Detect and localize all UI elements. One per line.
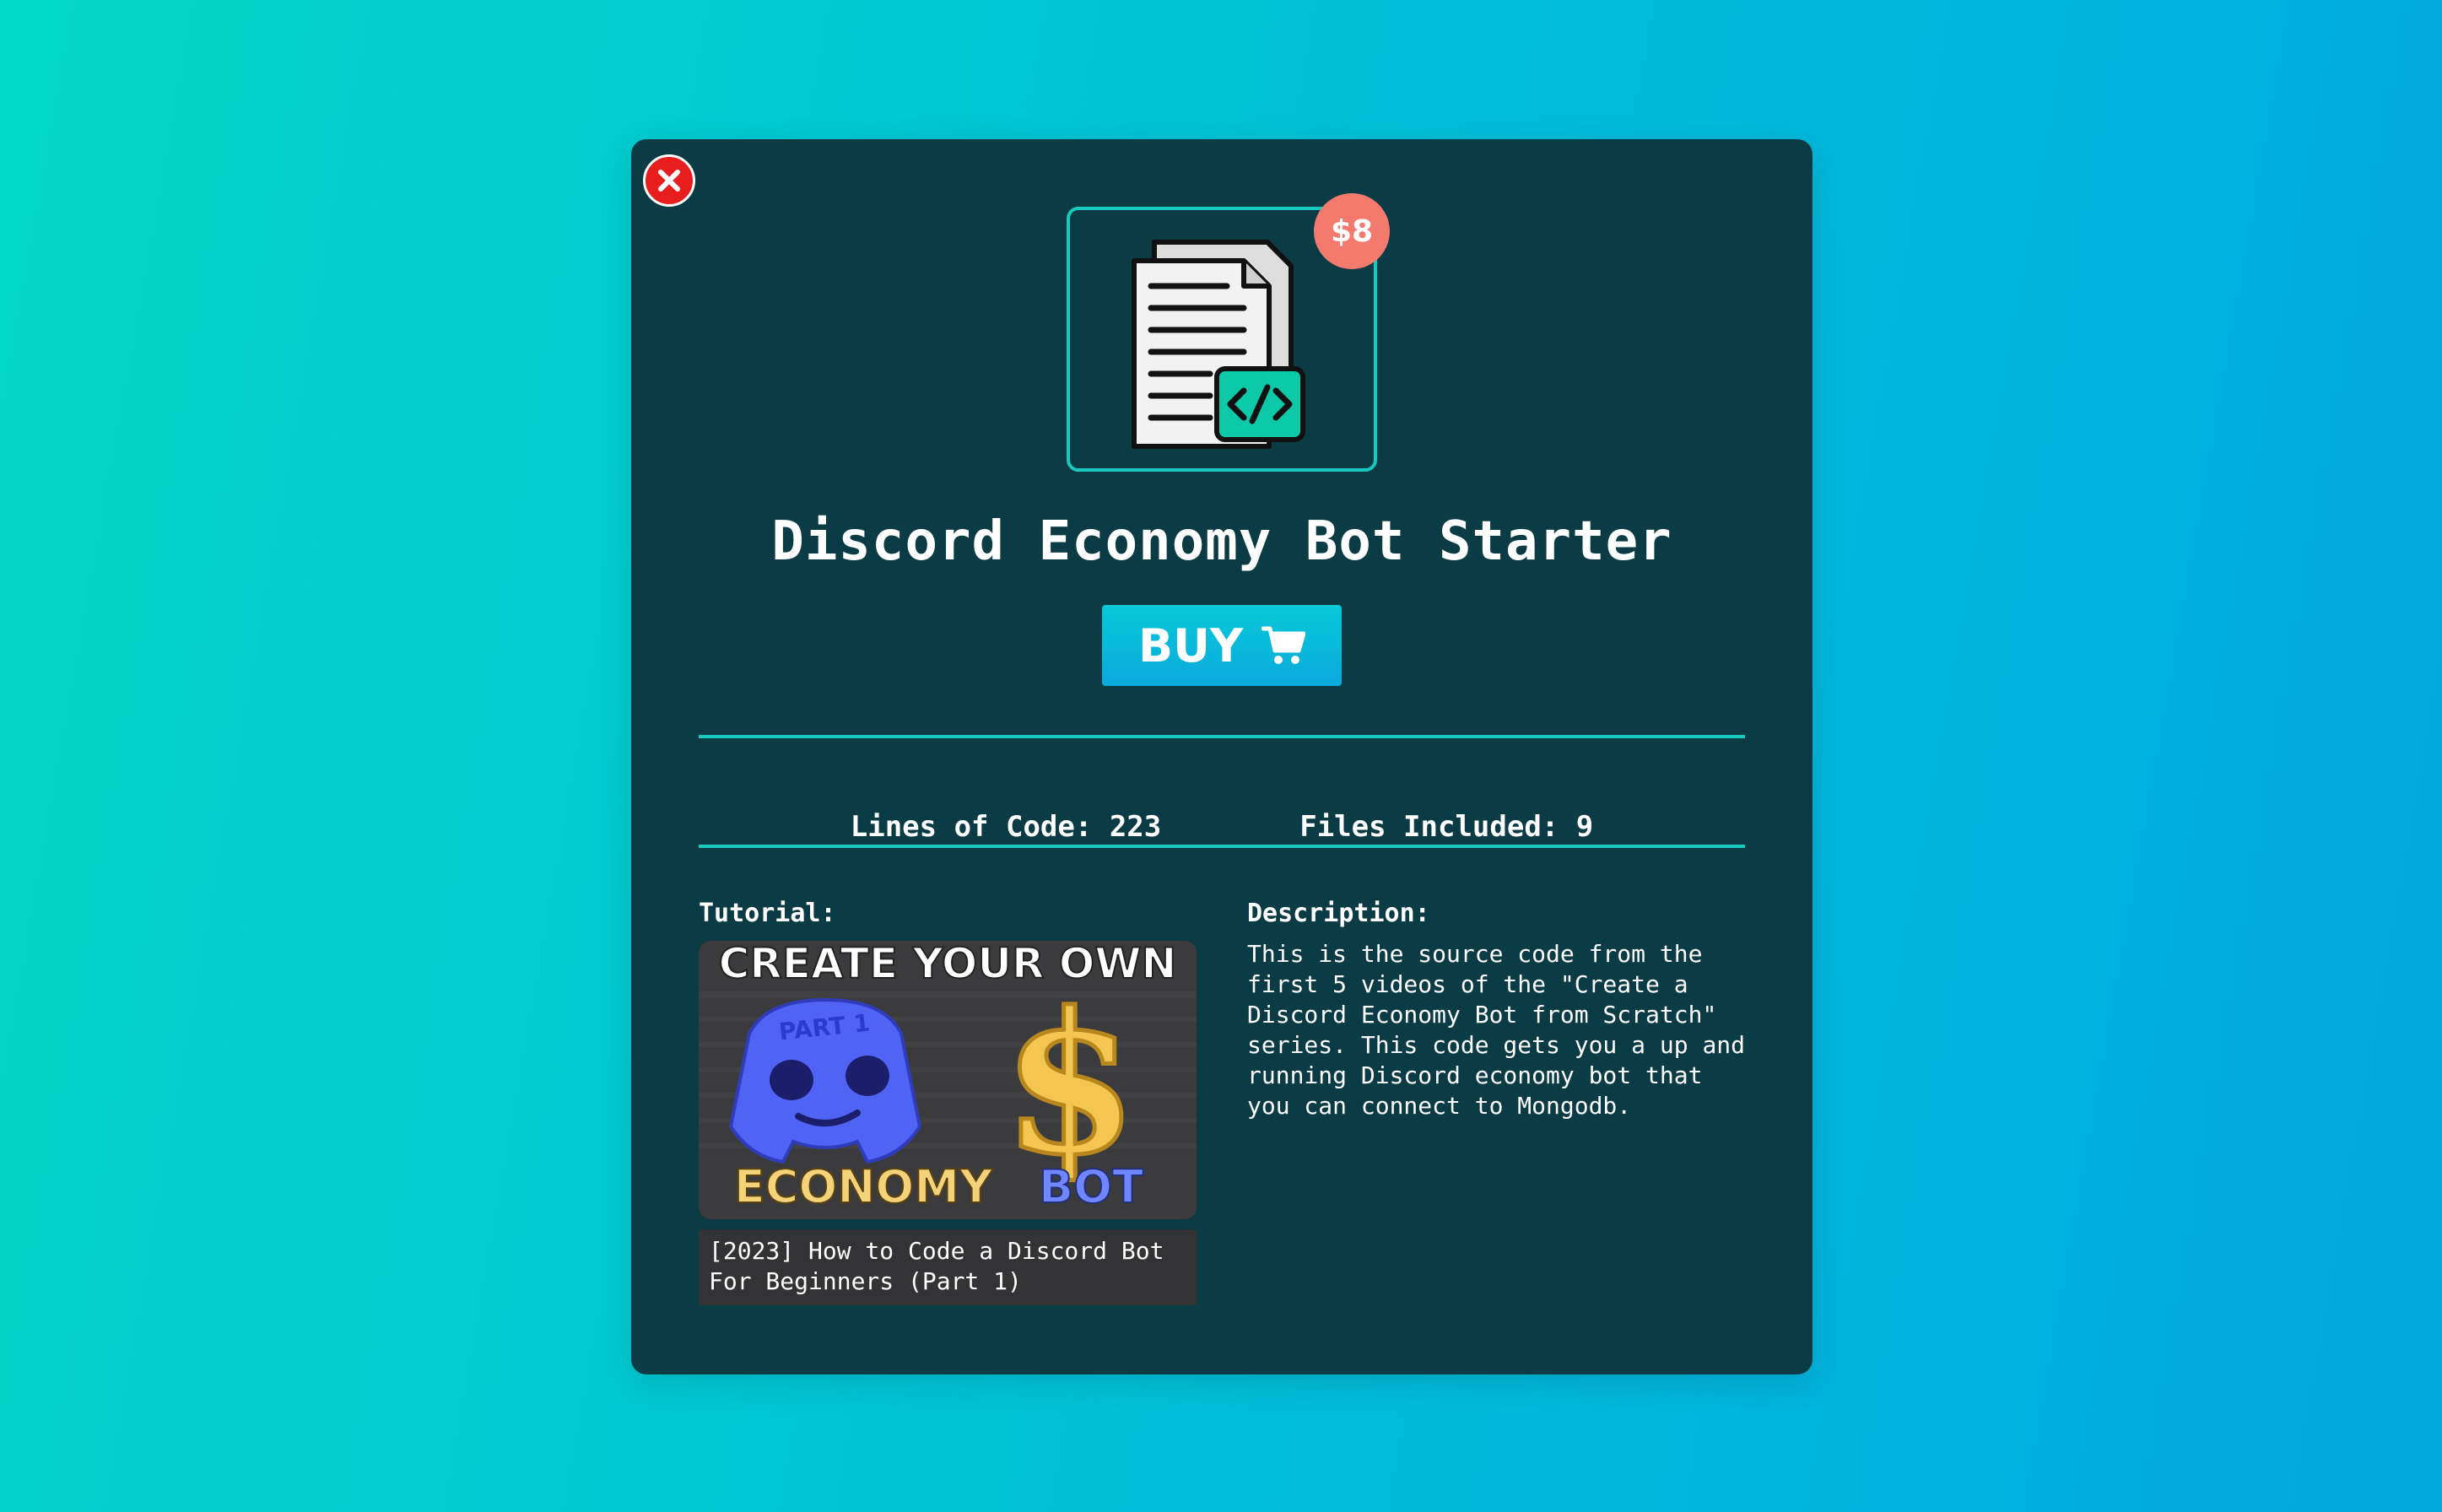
price-badge: $8 (1314, 193, 1390, 269)
buy-button[interactable]: BUY (1102, 605, 1342, 686)
tutorial-label: Tutorial: (699, 899, 836, 928)
product-title: Discord Economy Bot Starter (771, 510, 1672, 573)
divider-top (699, 735, 1745, 738)
divider-bottom (699, 845, 1745, 848)
files-included-label: Files Included: (1299, 810, 1559, 844)
thumbnail-left-text: ECONOMY (734, 1160, 993, 1213)
code-document-icon (1132, 240, 1305, 449)
files-included-value: 9 (1575, 810, 1594, 844)
lines-of-code-label: Lines of Code: (850, 810, 1093, 844)
lines-of-code-stat: Lines of Code: 223 (851, 810, 1161, 844)
cart-icon (1262, 626, 1306, 664)
description-text: This is the source code from the first 5… (1247, 940, 1746, 1120)
product-modal: $8 Discord Economy Bot Starter BUY Lines… (631, 139, 1813, 1374)
close-button[interactable] (643, 154, 695, 207)
tutorial-thumbnail[interactable]: CREATE YOUR OWN PART 1 $ ECONOMY BOT (699, 941, 1197, 1219)
buy-button-label: BUY (1137, 618, 1244, 672)
description-label: Description: (1247, 899, 1430, 928)
files-included-stat: Files Included: 9 (1299, 810, 1593, 844)
close-icon (658, 170, 680, 192)
thumbnail-right-text: BOT (1039, 1160, 1143, 1213)
tutorial-caption[interactable]: [2023] How to Code a Discord Bot For Beg… (699, 1229, 1197, 1305)
discord-logo-graphic: PART 1 (728, 997, 922, 1164)
lines-of-code-value: 223 (1109, 810, 1162, 844)
stats-row: Lines of Code: 223 Files Included: 9 (699, 772, 1745, 882)
